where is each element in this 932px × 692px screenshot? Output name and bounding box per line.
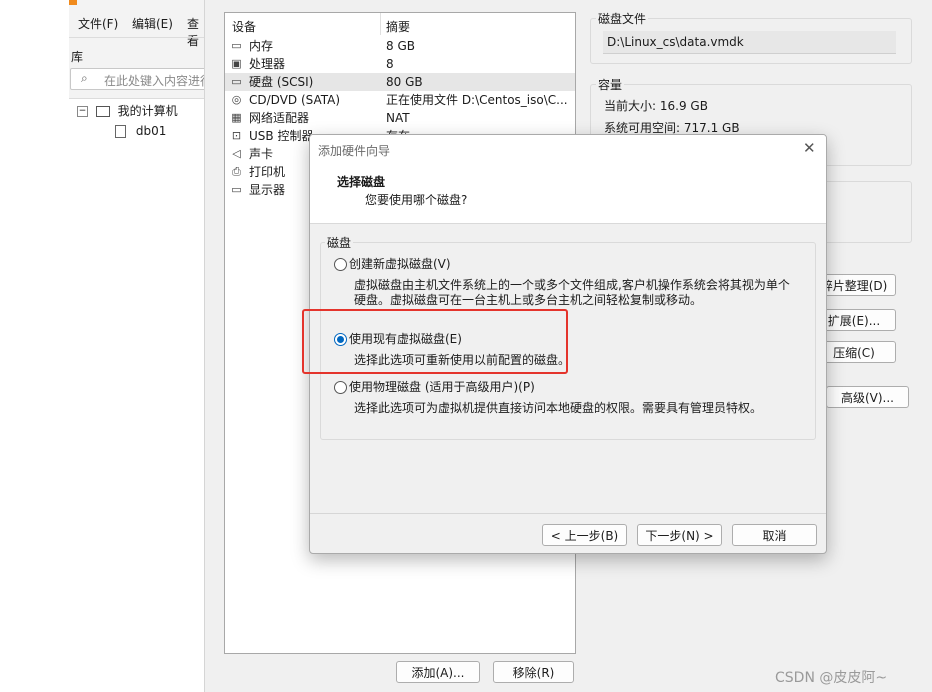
hardware-summary: 80 GB — [386, 75, 423, 89]
disk-file-path: D:\Linux_cs\data.vmdk — [607, 35, 744, 49]
sound-card-icon: ◁ — [232, 147, 241, 160]
advanced-button[interactable]: 高级(V)... — [826, 386, 909, 408]
search-icon: ⌕ — [81, 71, 88, 85]
hardware-summary: NAT — [386, 111, 410, 125]
option-create-new-disk-desc2: 硬盘。虚拟磁盘可在一台主机上或多台主机之间轻松复制或移动。 — [354, 293, 703, 307]
option-use-physical-disk-desc: 选择此选项可为虚拟机提供直接访问本地硬盘的权限。需要具有管理员特权。 — [354, 401, 763, 415]
option-create-new-disk-label[interactable]: 创建新虚拟磁盘(V) — [349, 256, 451, 272]
column-header-summary: 摘要 — [386, 20, 411, 34]
menu-edit[interactable]: 编辑(E) — [132, 15, 173, 32]
hardware-summary: 8 — [386, 57, 394, 71]
wizard-footer-divider — [310, 513, 826, 514]
column-divider — [380, 13, 381, 35]
hardware-name: 网络适配器 — [249, 111, 310, 125]
option-use-physical-disk-label[interactable]: 使用物理磁盘 (适用于高级用户)(P) — [349, 379, 535, 395]
tree-child-label: db01 — [135, 124, 167, 138]
column-header-device: 设备 — [232, 20, 257, 34]
tree-item-db01[interactable]: db01 — [115, 122, 166, 140]
menu-divider — [69, 37, 204, 38]
highlight-annotation-box — [302, 309, 568, 374]
tree-root-label: 我的计算机 — [117, 104, 178, 118]
display-icon: ▭ — [231, 183, 242, 196]
wizard-header: 添加硬件向导 ✕ 选择磁盘 您要使用哪个磁盘? — [310, 135, 826, 224]
close-icon[interactable]: ✕ — [803, 139, 816, 157]
back-button[interactable]: < 上一步(B) — [542, 524, 627, 546]
memory-icon: ▭ — [231, 39, 242, 52]
hardware-row-cd-dvd[interactable]: ◎ CD/DVD (SATA) 正在使用文件 D:\Centos_iso\C..… — [225, 91, 575, 109]
hardware-row-network-adapter[interactable]: ▦ 网络适配器 NAT — [225, 109, 575, 127]
csdn-watermark: CSDN @皮皮阿~ — [775, 670, 888, 686]
hardware-row-hard-disk[interactable]: ▭ 硬盘 (SCSI) 80 GB — [225, 73, 575, 91]
menu-view[interactable]: 查看 — [187, 15, 204, 49]
hardware-name: 打印机 — [249, 165, 286, 179]
cd-dvd-icon: ◎ — [231, 93, 242, 106]
radio-use-physical-disk[interactable] — [334, 381, 347, 394]
wizard-title: 添加硬件向导 — [318, 144, 391, 158]
option-create-new-disk-desc: 虚拟磁盘由主机文件系统上的一个或多个文件组成,客户机操作系统会将其视为单个 — [354, 278, 790, 292]
hardware-summary: 正在使用文件 D:\Centos_iso\C... — [386, 93, 568, 107]
hardware-name: 内存 — [249, 39, 274, 53]
processor-icon: ▣ — [231, 57, 242, 70]
library-search-box[interactable]: ⌕ 在此处键入内容进行 — [70, 68, 204, 90]
library-panel: 文件(F) 编辑(E) 查看 库 ⌕ 在此处键入内容进行 − 我的计算机 db0… — [69, 0, 205, 692]
printer-icon: ⎙ — [232, 165, 241, 178]
wizard-heading: 选择磁盘 — [337, 175, 386, 189]
hardware-name: USB 控制器 — [249, 129, 314, 143]
tree-item-my-computer[interactable]: − 我的计算机 — [77, 102, 178, 120]
next-button[interactable]: 下一步(N) > — [637, 524, 722, 546]
search-input[interactable]: 在此处键入内容进行 — [104, 72, 204, 89]
collapse-icon[interactable]: − — [77, 106, 88, 117]
cancel-button[interactable]: 取消 — [732, 524, 817, 546]
disk-group-label: 磁盘 — [325, 234, 354, 251]
wizard-subheading: 您要使用哪个磁盘? — [365, 193, 468, 207]
usb-icon: ⊡ — [231, 129, 242, 142]
hardware-name: CD/DVD (SATA) — [249, 93, 341, 107]
library-tree: − 我的计算机 db01 — [69, 98, 204, 692]
hardware-name: 处理器 — [249, 57, 286, 71]
capacity-label: 容量 — [596, 76, 625, 93]
current-size: 当前大小: 16.9 GB — [604, 99, 708, 113]
hardware-row-processor[interactable]: ▣ 处理器 8 — [225, 55, 575, 73]
hardware-name: 显示器 — [249, 183, 286, 197]
network-adapter-icon: ▦ — [231, 111, 242, 124]
hardware-name: 声卡 — [249, 147, 274, 161]
add-hardware-button[interactable]: 添加(A)... — [396, 661, 480, 683]
vmware-logo-icon — [69, 0, 77, 5]
hardware-row-memory[interactable]: ▭ 内存 8 GB — [225, 37, 575, 55]
remove-hardware-button[interactable]: 移除(R) — [493, 661, 574, 683]
library-title: 库 — [71, 50, 84, 64]
disk-file-label: 磁盘文件 — [596, 10, 649, 27]
menu-file[interactable]: 文件(F) — [78, 15, 118, 32]
vm-icon — [115, 125, 126, 138]
computer-icon — [95, 106, 110, 117]
hardware-summary: 8 GB — [386, 39, 415, 53]
disk-file-path-field[interactable]: D:\Linux_cs\data.vmdk — [603, 31, 896, 54]
hardware-name: 硬盘 (SCSI) — [249, 75, 314, 89]
radio-create-new-disk[interactable] — [334, 258, 347, 271]
hard-disk-icon: ▭ — [231, 75, 242, 88]
